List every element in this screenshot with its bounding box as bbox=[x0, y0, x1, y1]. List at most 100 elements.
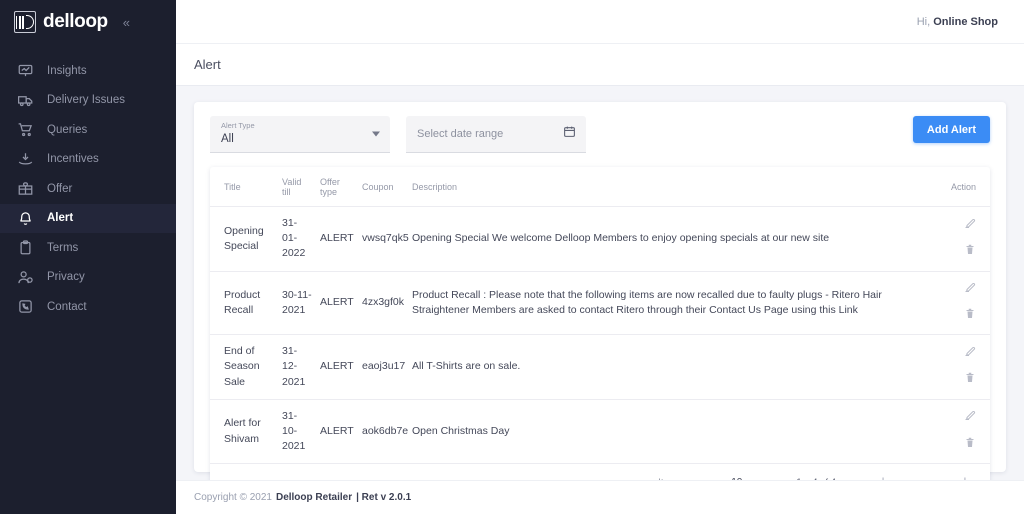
clipboard-icon bbox=[18, 240, 33, 255]
hand-download-icon bbox=[18, 152, 33, 167]
phone-icon bbox=[18, 299, 33, 314]
cell-description: Open Christmas Day bbox=[408, 399, 920, 465]
column-header-action: Action bbox=[920, 167, 990, 207]
alerts-table: Title Valid till Offer type Coupon Descr… bbox=[210, 167, 990, 465]
sidebar-nav: Insights Delivery Issues Queries Incenti… bbox=[0, 56, 176, 322]
main-area: Hi, Online Shop Alert Alert Type All Sel… bbox=[176, 0, 1024, 514]
cell-action bbox=[920, 206, 990, 272]
topbar: Hi, Online Shop bbox=[176, 0, 1024, 44]
cell-title: End of Season Sale bbox=[210, 334, 278, 400]
edit-icon[interactable] bbox=[964, 217, 976, 234]
date-range-input[interactable]: Select date range bbox=[406, 116, 586, 153]
column-header-coupon: Coupon bbox=[358, 167, 408, 207]
column-header-title: Title bbox=[210, 167, 278, 207]
cell-title: Opening Special bbox=[210, 206, 278, 272]
chevron-down-icon[interactable] bbox=[372, 131, 380, 137]
sidebar-item-delivery-issues[interactable]: Delivery Issues bbox=[0, 86, 176, 116]
cell-title: Alert for Shivam bbox=[210, 399, 278, 465]
sidebar-item-insights[interactable]: Insights bbox=[0, 56, 176, 86]
cell-valid-till: 31-01-2022 bbox=[278, 206, 316, 272]
filter-bar: Alert Type All Select date range Add Ale… bbox=[210, 116, 990, 153]
cell-offer-type: ALERT bbox=[316, 271, 358, 336]
brand-name: delloop bbox=[43, 11, 108, 32]
alert-type-select[interactable]: Alert Type All bbox=[210, 116, 390, 153]
alert-card: Alert Type All Select date range Add Ale… bbox=[194, 102, 1006, 480]
sidebar-item-label: Insights bbox=[47, 64, 87, 77]
delete-icon[interactable] bbox=[964, 307, 976, 325]
footer: Copyright © 2021 Delloop Retailer | Ret … bbox=[176, 480, 1024, 514]
user-name[interactable]: Online Shop bbox=[933, 16, 998, 28]
footer-version: | Ret v 2.0.1 bbox=[356, 492, 412, 503]
insights-icon bbox=[18, 63, 33, 78]
table-row[interactable]: Product Recall 30-11-2021 ALERT 4zx3gf0k… bbox=[210, 271, 990, 336]
delete-icon[interactable] bbox=[964, 371, 976, 389]
brand-logo[interactable]: delloop « bbox=[0, 0, 176, 44]
gift-icon bbox=[18, 181, 33, 196]
page-title: Alert bbox=[176, 44, 1024, 86]
column-header-valid-till: Valid till bbox=[278, 167, 316, 207]
cell-coupon: aok6db7e bbox=[358, 399, 408, 465]
bell-icon bbox=[18, 211, 33, 226]
footer-brand: Delloop Retailer bbox=[275, 492, 353, 503]
cell-action bbox=[920, 399, 990, 465]
sidebar-item-label: Terms bbox=[47, 241, 79, 254]
cell-offer-type: ALERT bbox=[316, 206, 358, 272]
cell-coupon: vwsq7qk5 bbox=[358, 206, 409, 272]
cell-coupon: eaoj3u17 bbox=[358, 334, 408, 400]
delloop-logo-icon bbox=[14, 11, 36, 33]
table-row[interactable]: Opening Special 31-01-2022 ALERT vwsq7qk… bbox=[210, 206, 990, 272]
sidebar-item-contact[interactable]: Contact bbox=[0, 292, 176, 322]
cell-valid-till: 31-12-2021 bbox=[278, 334, 316, 400]
sidebar-item-label: Privacy bbox=[47, 271, 85, 284]
sidebar-item-terms[interactable]: Terms bbox=[0, 233, 176, 263]
sidebar-item-label: Contact bbox=[47, 300, 87, 313]
cell-offer-type: ALERT bbox=[316, 334, 358, 400]
date-range-placeholder: Select date range bbox=[417, 128, 504, 140]
cell-description: Product Recall : Please note that the fo… bbox=[408, 271, 920, 336]
sidebar: delloop « Insights Delivery Issues Queri… bbox=[0, 0, 176, 514]
sidebar-item-label: Delivery Issues bbox=[47, 94, 125, 107]
cell-valid-till: 31-10-2021 bbox=[278, 399, 316, 465]
column-header-description: Description bbox=[408, 167, 920, 207]
calendar-icon[interactable] bbox=[563, 125, 576, 143]
sidebar-item-privacy[interactable]: Privacy bbox=[0, 263, 176, 293]
cell-description: All T-Shirts are on sale. bbox=[408, 334, 920, 400]
add-alert-button[interactable]: Add Alert bbox=[912, 116, 990, 143]
edit-icon[interactable] bbox=[964, 281, 976, 298]
sidebar-item-label: Incentives bbox=[47, 153, 99, 166]
cell-action bbox=[920, 271, 990, 336]
sidebar-item-label: Alert bbox=[47, 212, 74, 225]
cart-icon bbox=[18, 122, 33, 137]
delete-icon[interactable] bbox=[964, 243, 976, 261]
table-header-row: Title Valid till Offer type Coupon Descr… bbox=[210, 167, 990, 207]
sidebar-item-queries[interactable]: Queries bbox=[0, 115, 176, 145]
user-shield-icon bbox=[18, 270, 33, 285]
cell-action bbox=[920, 334, 990, 400]
delete-icon[interactable] bbox=[964, 436, 976, 454]
sidebar-item-incentives[interactable]: Incentives bbox=[0, 145, 176, 175]
alerts-table-card: Title Valid till Offer type Coupon Descr… bbox=[210, 167, 990, 480]
cell-valid-till: 30-11-2021 bbox=[278, 271, 316, 336]
paginator: Items per page: 10 1 – 4 of 4 |‹ ‹ › ›| bbox=[210, 464, 990, 480]
sidebar-item-label: Offer bbox=[47, 182, 73, 195]
content-area: Alert Type All Select date range Add Ale… bbox=[176, 86, 1024, 480]
table-row[interactable]: End of Season Sale 31-12-2021 ALERT eaoj… bbox=[210, 334, 990, 400]
cell-title: Product Recall bbox=[210, 271, 278, 336]
sidebar-item-alert[interactable]: Alert bbox=[0, 203, 176, 233]
edit-icon[interactable] bbox=[964, 409, 976, 426]
cell-offer-type: ALERT bbox=[316, 399, 358, 465]
footer-copyright: Copyright © 2021 bbox=[194, 492, 272, 503]
truck-icon bbox=[18, 93, 33, 108]
greeting-text: Hi, bbox=[916, 15, 931, 28]
sidebar-item-label: Queries bbox=[47, 123, 88, 136]
edit-icon[interactable] bbox=[964, 345, 976, 362]
collapse-sidebar-icon[interactable]: « bbox=[123, 16, 130, 29]
cell-description: Opening Special We welcome Delloop Membe… bbox=[408, 206, 920, 272]
alert-type-value: All bbox=[221, 132, 234, 145]
table-row[interactable]: Alert for Shivam 31-10-2021 ALERT aok6db… bbox=[210, 399, 990, 465]
alert-type-label: Alert Type bbox=[221, 121, 255, 131]
sidebar-item-offer[interactable]: Offer bbox=[0, 174, 176, 204]
column-header-offer-type: Offer type bbox=[316, 167, 358, 207]
cell-coupon: 4zx3gf0k bbox=[358, 271, 408, 336]
app-root: delloop « Insights Delivery Issues Queri… bbox=[0, 0, 1024, 514]
